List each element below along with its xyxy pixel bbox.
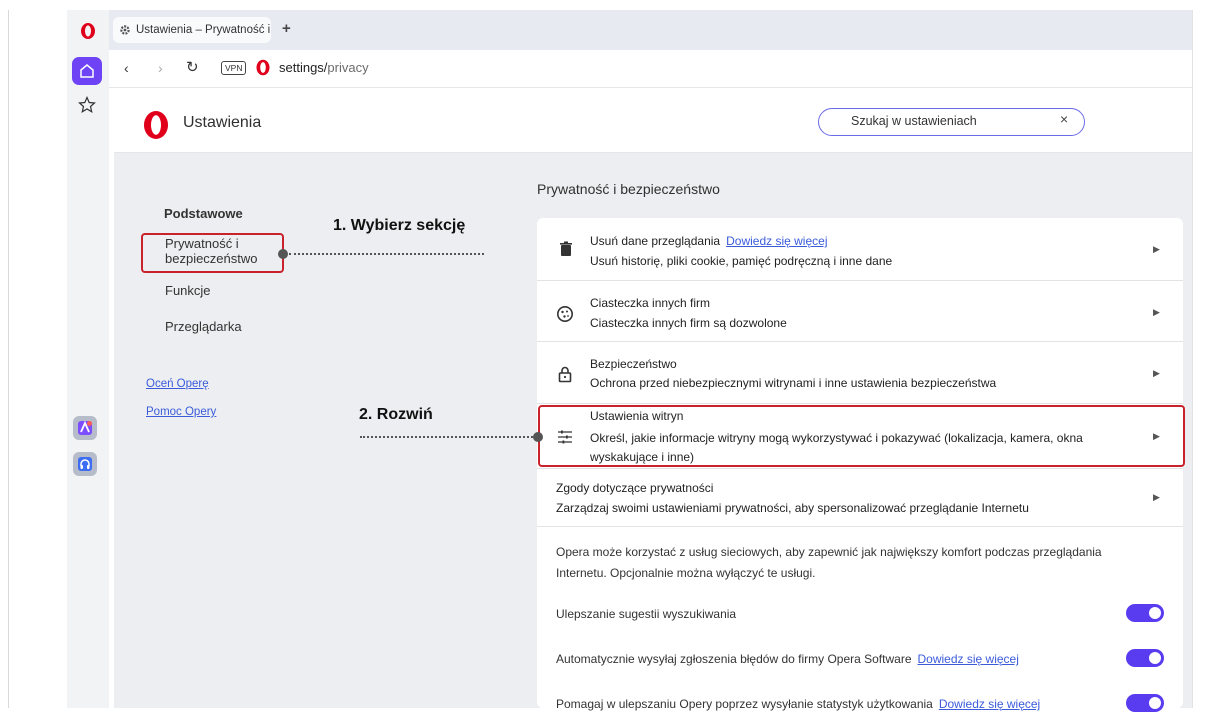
row-subtitle: Usuń historię, pliki cookie, pamięć podr… (590, 254, 893, 268)
section-title: Prywatność i bezpieczeństwo (537, 181, 720, 197)
row-title: Bezpieczeństwo (590, 357, 677, 371)
nav-item-basic[interactable]: Podstawowe (164, 206, 243, 221)
annotation-dot (533, 432, 543, 442)
toggle-label-text: Pomagaj w ulepszaniu Opery poprzez wysył… (556, 697, 933, 711)
opera-site-icon (256, 59, 270, 76)
search-clear-button[interactable]: × (1060, 111, 1068, 127)
top-strip (0, 0, 1209, 10)
row-subtitle: Ciasteczka innych firm są dozwolone (590, 316, 787, 330)
cookie-icon (557, 306, 573, 322)
nav-item-features[interactable]: Funkcje (165, 283, 211, 298)
toggle-label: Automatycznie wysyłaj zgłoszenia błędów … (556, 652, 1019, 666)
window-edge-right (1192, 10, 1193, 708)
nav-item-browser[interactable]: Przeglądarka (165, 319, 242, 334)
row-clear-browsing-data[interactable] (537, 218, 1183, 281)
chevron-right-icon: ▶ (1153, 368, 1160, 378)
learn-more-link[interactable]: Dowiedz się więcej (726, 234, 827, 248)
tab-settings[interactable]: Ustawienia – Prywatność i (113, 17, 271, 43)
opera-logo-icon (144, 111, 168, 139)
annotation-step-2: 2. Rozwiń (359, 406, 433, 423)
home-button[interactable] (72, 57, 102, 85)
new-tab-button[interactable]: + (282, 20, 291, 37)
learn-more-link[interactable]: Dowiedz się więcej (918, 652, 1019, 666)
rate-opera-link[interactable]: Oceń Operę (146, 378, 209, 390)
learn-more-link[interactable]: Dowiedz się więcej (939, 697, 1040, 711)
browser-window: Ustawienia – Prywatność i + ‹ › ↻ VPN se… (0, 0, 1209, 712)
opera-logo-icon[interactable] (80, 22, 96, 40)
headphones-icon (78, 457, 92, 471)
row-title: Zgody dotyczące prywatności (556, 481, 714, 495)
star-icon[interactable] (78, 96, 96, 114)
crash-reports-toggle[interactable] (1126, 649, 1164, 667)
row-subtitle: Zarządzaj swoimi ustawieniami prywatnośc… (556, 501, 1029, 515)
highlight-site-settings (538, 405, 1185, 467)
row-title-text: Usuń dane przeglądania (590, 234, 721, 248)
vpn-badge[interactable]: VPN (221, 61, 247, 75)
reload-button[interactable]: ↻ (186, 58, 199, 76)
annotation-leader-line (289, 253, 484, 255)
forward-button[interactable]: › (158, 60, 163, 76)
row-third-party-cookies[interactable] (537, 281, 1183, 342)
url-path: privacy (327, 60, 369, 75)
address-bar (109, 50, 1192, 88)
opera-sidebar (67, 10, 109, 708)
url-field[interactable]: settings/privacy (279, 60, 369, 75)
row-privacy-consents[interactable] (537, 469, 1183, 527)
toggle-label: Pomagaj w ulepszaniu Opery poprzez wysył… (556, 697, 1040, 711)
chevron-right-icon: ▶ (1153, 492, 1160, 502)
usage-stats-toggle[interactable] (1126, 694, 1164, 712)
annotation-leader-line (360, 436, 533, 438)
search-placeholder: Szukaj w ustawieniach (851, 114, 977, 128)
aria-app-button[interactable] (73, 416, 97, 440)
home-icon (80, 64, 94, 78)
chevron-right-icon: ▶ (1153, 307, 1160, 317)
window-edge (8, 10, 9, 708)
toggle-label: Ulepszanie sugestii wyszukiwania (556, 607, 737, 621)
opera-help-link[interactable]: Pomoc Opery (146, 406, 216, 418)
music-app-button[interactable] (73, 452, 97, 476)
url-host: settings/ (279, 60, 328, 75)
highlight-privacy-nav (141, 233, 284, 273)
page-title: Ustawienia (183, 114, 262, 131)
annotation-dot (278, 249, 288, 259)
trash-icon (560, 241, 572, 256)
chevron-right-icon: ▶ (1153, 244, 1160, 254)
gear-icon (120, 25, 130, 35)
search-suggestions-toggle[interactable] (1126, 604, 1164, 622)
lock-icon (558, 366, 572, 383)
tab-title: Ustawienia – Prywatność i (136, 24, 271, 36)
toggle-label-text: Automatycznie wysyłaj zgłoszenia błędów … (556, 652, 912, 666)
row-title: Ciasteczka innych firm (590, 296, 711, 310)
back-button[interactable]: ‹ (124, 60, 129, 76)
annotation-step-1: 1. Wybierz sekcję (333, 217, 466, 234)
row-security[interactable] (537, 342, 1183, 404)
services-description: Opera może korzystać z usług sieciowych,… (556, 545, 1102, 580)
row-subtitle: Ochrona przed niebezpiecznymi witrynami … (590, 376, 997, 390)
row-title: Usuń dane przeglądania Dowiedz się więcej (590, 234, 827, 248)
tab-bar (109, 10, 1192, 50)
aria-icon (78, 420, 92, 435)
